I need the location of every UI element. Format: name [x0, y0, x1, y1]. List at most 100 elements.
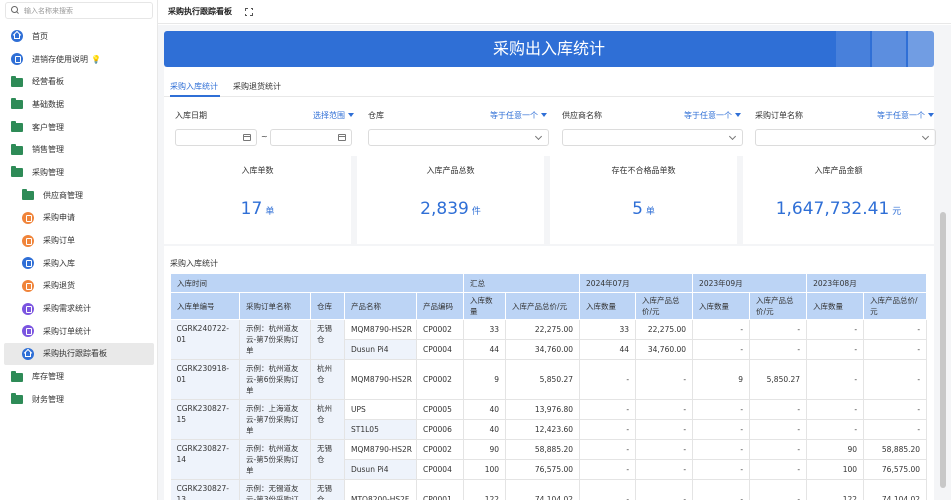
column-header-cell[interactable]: 仓库: [310, 292, 345, 320]
sidebar-item[interactable]: 经营看板: [0, 70, 158, 93]
column-header-cell[interactable]: 采购订单名称: [239, 292, 311, 320]
value-cell: -: [863, 359, 928, 400]
sidebar-item[interactable]: 销售管理: [0, 138, 158, 161]
tab-return-stats[interactable]: 采购退货统计: [233, 81, 281, 92]
search-input[interactable]: [24, 6, 144, 15]
sidebar-item[interactable]: 采购申请: [0, 207, 158, 230]
column-header-cell[interactable]: 入库产品总价/元: [505, 292, 581, 320]
product-code-cell: CP0002: [416, 319, 465, 340]
sidebar-item[interactable]: 采购管理: [0, 161, 158, 184]
sidebar-item[interactable]: 采购订单统计: [0, 320, 158, 343]
group-header-cell: 2023年08月: [806, 273, 928, 293]
filter-operator[interactable]: 等于任意一个: [684, 110, 741, 121]
order-name-cell: 示例：杭州道友云-第5份采购订单: [239, 439, 311, 480]
sidebar-item[interactable]: 采购执行跟踪看板: [4, 342, 154, 366]
filter-operator[interactable]: 等于任意一个: [877, 110, 934, 121]
caret-down-icon: [735, 113, 741, 117]
order-name-cell: 示例：无锡道友云-第3份采购订单: [239, 479, 311, 500]
column-header-cell[interactable]: 产品编码: [415, 292, 465, 320]
caret-down-icon: [928, 113, 934, 117]
kpi-unit: 元: [892, 207, 902, 217]
kpi-title: 入库产品总数: [426, 166, 475, 175]
value-cell: -: [749, 459, 808, 480]
value-cell: -: [863, 319, 928, 340]
folder-icon: [11, 143, 23, 155]
value-cell: 13,976.80: [505, 399, 581, 420]
search-box[interactable]: [5, 2, 153, 19]
value-cell: 100: [806, 459, 865, 480]
caret-down-icon: [348, 113, 354, 117]
product-name-cell: MQM8790-HS2R: [344, 439, 417, 460]
value-cell: 122: [806, 479, 865, 500]
value-cell: 44: [579, 339, 637, 360]
column-header-cell[interactable]: 入库数量: [463, 292, 507, 320]
column-header-cell[interactable]: 入库产品总价/元: [863, 292, 928, 320]
value-cell: -: [579, 419, 637, 440]
value-cell: 33: [463, 319, 507, 340]
kpi-value: 17: [240, 199, 263, 219]
kpi-value: 2,839: [420, 199, 469, 219]
kpi-unit: 单: [645, 207, 655, 217]
value-cell: 22,275.00: [635, 319, 694, 340]
home-icon: [22, 347, 34, 360]
table-group-header: 入库时间 汇总 2024年07月 2023年09月 2023年08月: [169, 273, 928, 293]
sidebar-item[interactable]: 采购订单: [0, 229, 158, 252]
column-header-cell[interactable]: 入库产品总价/元: [749, 292, 808, 320]
value-cell: -: [692, 439, 751, 460]
table-row: CGRK230827-13示例：无锡道友云-第3份采购订单无锡仓MTQ8200-…: [170, 479, 928, 500]
supplier-select[interactable]: [562, 129, 743, 146]
sidebar-item[interactable]: 库存管理: [0, 365, 158, 388]
home-icon: [11, 30, 23, 43]
scrollbar-thumb[interactable]: [940, 212, 946, 488]
column-header-cell[interactable]: 产品名称: [344, 292, 417, 320]
table-row: CGRK230918-01 示例：杭州道友云-第6份采购订单 杭州仓 MQM8790-…: [170, 359, 928, 400]
folder-icon: [11, 121, 23, 133]
warehouse-cell: 无锡仓: [310, 319, 345, 360]
sidebar-item[interactable]: 基础数据: [0, 93, 158, 116]
order-name-cell: 示例：杭州道友云-第6份采购订单: [239, 359, 311, 400]
kpi-row: 入库单数 17 单 入库产品总数 2,839 件 存在不合格品单数 5单 入库产品金…: [164, 156, 934, 246]
sidebar-item[interactable]: 财务管理: [0, 388, 158, 411]
value-cell: -: [749, 439, 808, 460]
column-header-cell[interactable]: 入库数量: [806, 292, 865, 320]
sidebar-item[interactable]: 进销存使用说明 💡: [0, 48, 158, 71]
folder-open-icon: [11, 166, 23, 178]
column-header-cell[interactable]: 入库产品总价/元: [635, 292, 694, 320]
fullscreen-icon[interactable]: [245, 7, 253, 16]
date-start-input[interactable]: [175, 129, 257, 146]
sidebar-item[interactable]: 客户管理: [0, 116, 158, 139]
value-cell: 12,423.60: [505, 419, 581, 440]
value-cell: -: [579, 479, 637, 500]
filter-operator[interactable]: 等于任意一个: [490, 110, 547, 121]
filter-operator[interactable]: 选择范围: [313, 110, 354, 121]
sidebar-item[interactable]: 采购入库: [0, 252, 158, 275]
column-header-cell[interactable]: 入库数量: [692, 292, 751, 320]
order-name-cell: 示例：杭州道友云-第7份采购订单: [239, 319, 311, 360]
order-number-cell: CGRK230827-13: [170, 479, 240, 500]
value-cell: 58,885.20: [863, 439, 928, 460]
value-cell: 122: [463, 479, 507, 500]
content-panel: 采购入库统计 采购退货统计 入库日期 选择范围 ~ 仓库 等于任意一个 供应商名…: [164, 67, 936, 500]
sidebar-item[interactable]: 采购退货: [0, 275, 158, 298]
value-cell: 76,575.00: [863, 459, 928, 480]
value-cell: 33: [579, 319, 637, 340]
sidebar-item[interactable]: 供应商管理: [0, 184, 158, 207]
top-header: 采购执行跟踪看板: [158, 0, 951, 24]
kpi-title: 存在不合格品单数: [611, 166, 676, 175]
order-number-cell: CGRK230827-15: [170, 399, 240, 440]
warehouse-select[interactable]: [368, 129, 549, 146]
value-cell: 9: [463, 359, 507, 400]
date-end-input[interactable]: [270, 129, 352, 146]
column-header-cell[interactable]: 入库数量: [579, 292, 637, 320]
kpi-value: 1,647,732.41: [775, 199, 890, 219]
sidebar-item[interactable]: 采购需求统计: [0, 297, 158, 320]
doc-icon: [11, 53, 23, 66]
tab-inbound-stats[interactable]: 采购入库统计: [170, 81, 218, 92]
form-icon: [22, 234, 34, 247]
sidebar-item[interactable]: 首页: [0, 25, 158, 48]
value-cell: -: [806, 399, 865, 420]
column-header-cell[interactable]: 入库单编号: [170, 292, 240, 320]
purchase-order-select[interactable]: [755, 129, 936, 146]
product-name-cell: Dusun Pi4: [344, 459, 417, 480]
sidebar-item-label: 采购入库: [43, 258, 75, 268]
